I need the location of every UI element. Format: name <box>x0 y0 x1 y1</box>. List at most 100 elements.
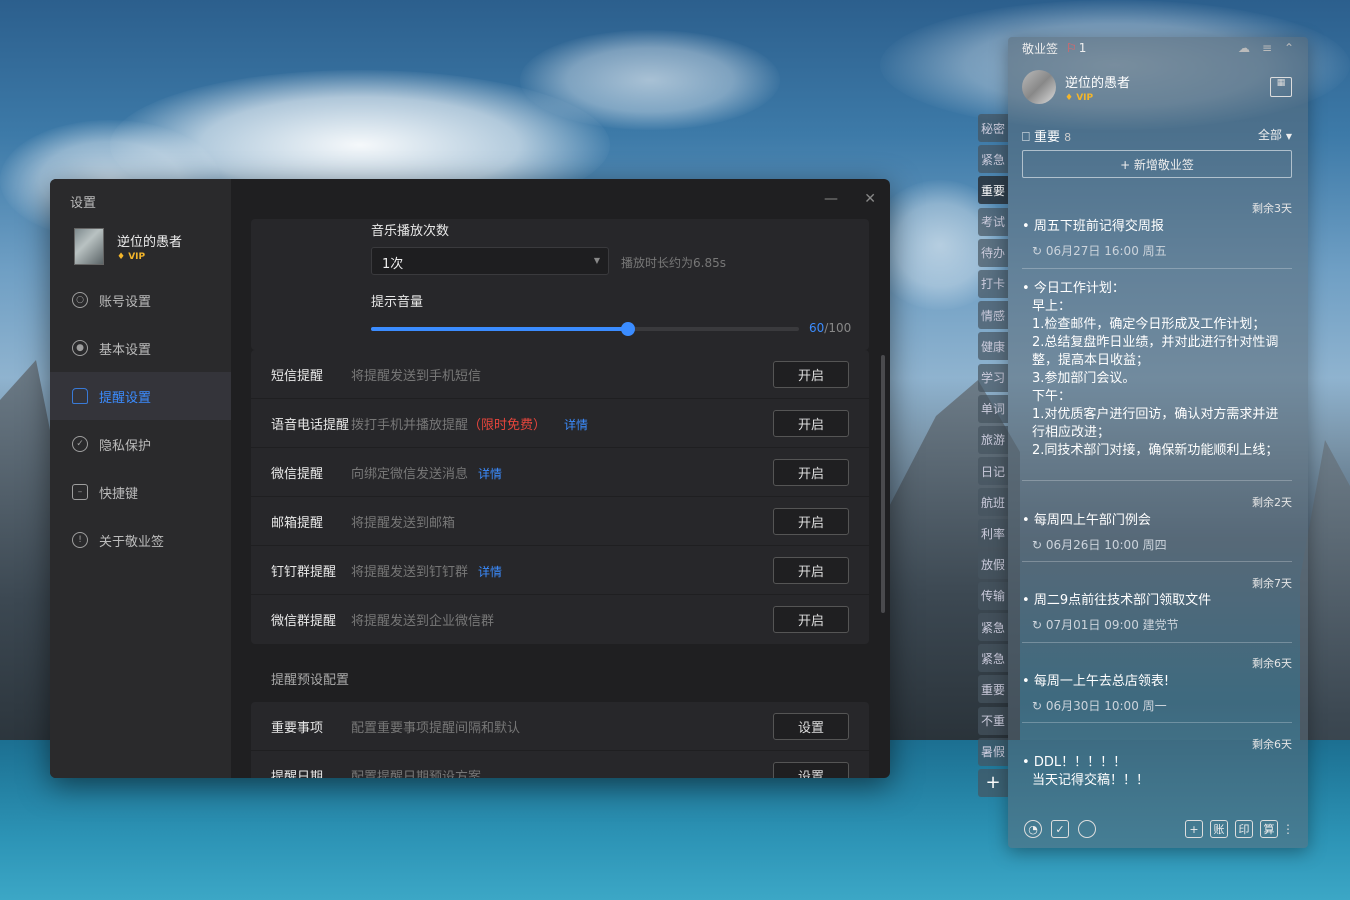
chevron-down-icon: ▼ <box>1285 132 1292 141</box>
nav-label: 基本设置 <box>99 342 152 358</box>
nav-shortcuts[interactable]: – 快捷键 <box>50 468 231 516</box>
cloud-sync-icon[interactable]: ☁ <box>1238 41 1250 55</box>
more-icon[interactable]: ⋮ <box>1282 822 1294 836</box>
calculator-icon[interactable]: 算 <box>1260 820 1278 838</box>
nav-account-settings[interactable]: ○ 账号设置 <box>50 276 231 324</box>
details-link[interactable]: 详情 <box>564 418 588 432</box>
details-link[interactable]: 详情 <box>478 467 502 481</box>
scrollbar[interactable] <box>881 355 885 613</box>
category-tab[interactable]: 重要 <box>978 675 1008 704</box>
music-play-count-label: 音乐播放次数 <box>371 224 450 239</box>
category-tab[interactable]: 紧急 <box>978 613 1008 641</box>
enable-email-button[interactable]: 开启 <box>773 507 849 535</box>
note-item[interactable]: • DDL！！！！！ 当天记得交稿！！！ <box>1022 754 1292 790</box>
category-tab[interactable]: 旅游 <box>978 425 1008 454</box>
divider <box>1022 722 1292 723</box>
reminder-row-wechat: 微信提醒 向绑定微信发送消息 详情 开启 <box>251 448 869 497</box>
nav-privacy[interactable]: ✓ 隐私保护 <box>50 420 231 468</box>
sticky-header: 敬业签 ⚐ 1 ☁ ≡ ⌃ <box>1008 37 1308 59</box>
note-meta: ↻ 06月26日 10:00 周四 <box>1032 538 1167 552</box>
volume-knob[interactable] <box>620 322 635 336</box>
category-tab[interactable]: 单词 <box>978 394 1008 423</box>
note-item[interactable]: • 今日工作计划： 早上： 1.检查邮件，确定今日形成及工作计划； 2.总结复盘… <box>1022 280 1292 466</box>
notify-count: 1 <box>1078 41 1087 55</box>
category-tab[interactable]: 健康 <box>978 332 1008 361</box>
close-icon[interactable]: ✕ <box>864 191 876 207</box>
play-duration-hint: 播放时长约为6.85s <box>621 256 726 270</box>
category-tab[interactable]: 利率 <box>978 519 1008 548</box>
category-tab[interactable]: 航班 <box>978 488 1008 517</box>
volume-label: 提示音量 <box>371 295 424 310</box>
row-label: 钉钉群提醒 <box>271 564 337 580</box>
category-tab[interactable]: 打卡 <box>978 269 1008 298</box>
nav-basic-settings[interactable]: ● 基本设置 <box>50 324 231 372</box>
collapse-icon[interactable]: ⌃ <box>1284 41 1294 55</box>
sticky-footer: ◔ ✓ + 账 印 算 ⋮ <box>1024 818 1294 840</box>
calendar-icon[interactable]: ▦ <box>1270 77 1292 97</box>
info-icon: ! <box>72 532 88 548</box>
repeat-icon: ↻ <box>1032 699 1043 713</box>
category-tab[interactable]: 日记 <box>978 457 1008 486</box>
category-tab[interactable]: 不重 <box>978 706 1008 735</box>
details-link[interactable]: 详情 <box>478 565 502 579</box>
row-label: 微信提醒 <box>271 466 324 482</box>
note-item[interactable]: • 每周一上午去总店领表! ↻ 06月30日 10:00 周一 <box>1022 673 1292 715</box>
divider <box>1022 561 1292 562</box>
reminder-row-sms: 短信提醒 将提醒发送到手机短信 开启 <box>251 350 869 399</box>
category-tab[interactable]: 秘密 <box>978 114 1008 142</box>
reminder-row-dingtalk: 钉钉群提醒 将提醒发送到钉钉群 详情 开启 <box>251 546 869 595</box>
enable-wecom-button[interactable]: 开启 <box>773 606 849 633</box>
minimize-icon[interactable]: — <box>824 191 838 207</box>
note-item[interactable]: • 周二9点前往技术部门领取文件 ↻ 07月01日 09:00 建党节 <box>1022 592 1292 634</box>
add-category-button[interactable]: + <box>978 768 1008 797</box>
note-item[interactable]: • 周五下班前记得交周报 ↻ 06月27日 16:00 周五 <box>1022 218 1292 260</box>
enable-voice-button[interactable]: 开启 <box>773 409 849 437</box>
category-tab[interactable]: 暑假 <box>978 737 1008 766</box>
category-tab[interactable]: 考试 <box>978 207 1008 236</box>
divider <box>1022 480 1292 481</box>
sticky-notes-panel: 敬业签 ⚐ 1 ☁ ≡ ⌃ 逆位的愚者 ♦ VIP ▦ ⎕ 重要 8 全部 ▼ … <box>1008 37 1308 848</box>
ledger-icon[interactable]: 账 <box>1210 820 1228 838</box>
configure-important-button[interactable]: 设置 <box>773 712 849 740</box>
note-item[interactable]: • 每周四上午部门例会 ↻ 06月26日 10:00 周四 <box>1022 512 1292 554</box>
user-profile[interactable]: 逆位的愚者 ♦ VIP <box>74 228 182 265</box>
play-count-select[interactable]: 1次 ▼ <box>371 247 609 275</box>
reminder-row-email: 邮箱提醒 将提醒发送到邮箱 开启 <box>251 497 869 546</box>
clock-icon[interactable]: ◔ <box>1024 820 1042 838</box>
category-tab[interactable]: 传输 <box>978 581 1008 610</box>
divider <box>1022 642 1292 643</box>
note-text: • 周二9点前往技术部门领取文件 <box>1022 593 1212 608</box>
enable-sms-button[interactable]: 开启 <box>773 360 849 388</box>
preset-row-date: 提醒日期 配置提醒日期预设方案 设置 <box>251 751 869 778</box>
note-meta: ↻ 07月01日 09:00 建党节 <box>1032 618 1179 632</box>
print-icon[interactable]: 印 <box>1235 820 1253 838</box>
keyboard-icon: – <box>72 484 88 500</box>
enable-dingtalk-button[interactable]: 开启 <box>773 556 849 584</box>
row-label: 语音电话提醒 <box>271 417 350 433</box>
configure-date-button[interactable]: 设置 <box>773 761 849 778</box>
note-meta: ↻ 06月27日 16:00 周五 <box>1032 244 1167 258</box>
reminder-channels-panel: 短信提醒 将提醒发送到手机短信 开启 语音电话提醒 拨打手机并播放提醒（限时免费… <box>251 350 869 644</box>
sticky-profile[interactable]: 逆位的愚者 ♦ VIP <box>1022 70 1130 104</box>
menu-icon[interactable]: ≡ <box>1262 41 1272 55</box>
checklist-icon[interactable]: ✓ <box>1051 820 1069 838</box>
category-tab[interactable]: 放假 <box>978 550 1008 579</box>
category-tab[interactable]: 情感 <box>978 301 1008 330</box>
note-text: 1.对优质客户进行回访，确认对方需求并进 <box>1032 407 1279 422</box>
category-tab[interactable]: 紧急 <box>978 644 1008 673</box>
category-tab[interactable]: 学习 <box>978 363 1008 392</box>
nav-reminder-settings[interactable]: 提醒设置 <box>50 372 231 420</box>
repeat-icon: ↻ <box>1032 244 1043 258</box>
category-tab[interactable]: 紧急 <box>978 145 1008 174</box>
add-icon[interactable]: + <box>1185 820 1203 838</box>
sound-panel: 音乐播放次数 1次 ▼ 播放时长约为6.85s 提示音量 60/100 <box>251 219 869 350</box>
nav-about[interactable]: ! 关于敬业签 <box>50 516 231 564</box>
category-tab-active[interactable]: 重要 <box>978 176 1008 205</box>
bell-icon[interactable]: ⚐ <box>1066 41 1077 55</box>
add-note-button[interactable]: + 新增敬业签 <box>1022 150 1292 178</box>
search-icon[interactable] <box>1078 820 1096 838</box>
filter-dropdown[interactable]: 全部 ▼ <box>1258 126 1292 143</box>
enable-wechat-button[interactable]: 开启 <box>773 458 849 486</box>
volume-slider[interactable] <box>371 322 799 336</box>
category-tab[interactable]: 待办 <box>978 238 1008 267</box>
